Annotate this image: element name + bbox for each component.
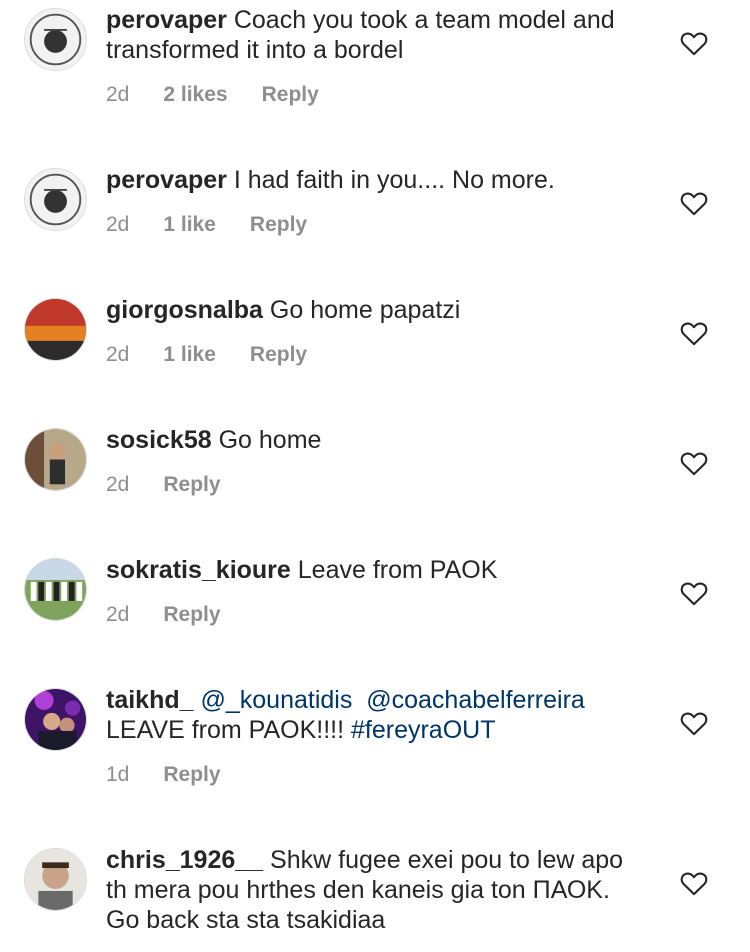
comment-time[interactable]: 2d [106,473,129,497]
comment-likes[interactable]: 1 like [163,343,216,367]
reply-button[interactable]: Reply [250,343,307,367]
comment-text: perovaper I had faith in you.... No more… [106,165,646,195]
comment-body: Leave from PAOK [297,556,498,584]
reply-button[interactable]: Reply [250,213,307,237]
comment-text: giorgosnalba Go home papatzi [106,295,646,325]
team-photo-avatar[interactable] [24,558,87,621]
purple-photo-avatar[interactable] [24,688,87,751]
comment-likes[interactable]: 2 likes [163,83,227,107]
comment-time[interactable]: 1d [106,763,129,787]
reply-button[interactable]: Reply [163,603,220,627]
comment-time[interactable]: 2d [106,213,129,237]
person-photo-avatar[interactable] [24,428,87,491]
comment-username[interactable]: perovaper [106,166,227,194]
heart-icon[interactable] [680,190,708,216]
stadium-photo-avatar[interactable] [24,298,87,361]
comment-username[interactable]: sokratis_kioure [106,556,291,584]
comment-time[interactable]: 2d [106,83,129,107]
heart-icon[interactable] [680,450,708,476]
heart-icon[interactable] [680,710,708,736]
comment-body: Go home [218,426,322,454]
heart-icon[interactable] [680,580,708,606]
comment-time[interactable]: 2d [106,343,129,367]
heart-icon[interactable] [680,320,708,346]
comment-meta: 2d Reply [106,603,255,627]
reply-button[interactable]: Reply [163,763,220,787]
comment-meta: 2d 1 like Reply [106,213,341,237]
heart-icon[interactable] [680,30,708,56]
crest-avatar[interactable] [24,8,87,71]
comment-body: LEAVE from PAOK!!!! [106,716,345,744]
comment-username[interactable]: chris_1926__ [106,846,263,874]
comment-meta: 2d 1 like Reply [106,343,341,367]
comment-body: Go home papatzi [269,296,461,324]
crest-avatar[interactable] [24,168,87,231]
comment-likes[interactable]: 1 like [163,213,216,237]
mention-link[interactable]: @_kounatidis [200,686,352,714]
comment-meta: 2d Reply [106,473,255,497]
comment-meta: 2d 2 likes Reply [106,83,353,107]
portrait-avatar[interactable] [24,848,87,911]
reply-button[interactable]: Reply [262,83,319,107]
comment-text: sokratis_kioure Leave from PAOK [106,555,646,585]
comment-username[interactable]: sosick58 [106,426,212,454]
reply-button[interactable]: Reply [163,473,220,497]
comment-text: chris_1926__ Shkw fugee exei pou to lew … [106,845,646,935]
comment-body: I had faith in you.... No more. [233,166,555,194]
heart-icon[interactable] [680,870,708,896]
comment-meta: 1d Reply [106,763,255,787]
comment-text: taikhd_ @_kounatidis @coachabelferreira … [106,685,646,745]
hashtag-link[interactable]: #fereyraOUT [351,716,495,744]
comment-text: perovaper Coach you took a team model an… [106,5,646,65]
comment-username[interactable]: taikhd_ [106,686,194,714]
comment-time[interactable]: 2d [106,603,129,627]
comment-text: sosick58 Go home [106,425,646,455]
comment-username[interactable]: giorgosnalba [106,296,263,324]
comment-username[interactable]: perovaper [106,6,227,34]
mention-link[interactable]: @coachabelferreira [366,686,585,714]
